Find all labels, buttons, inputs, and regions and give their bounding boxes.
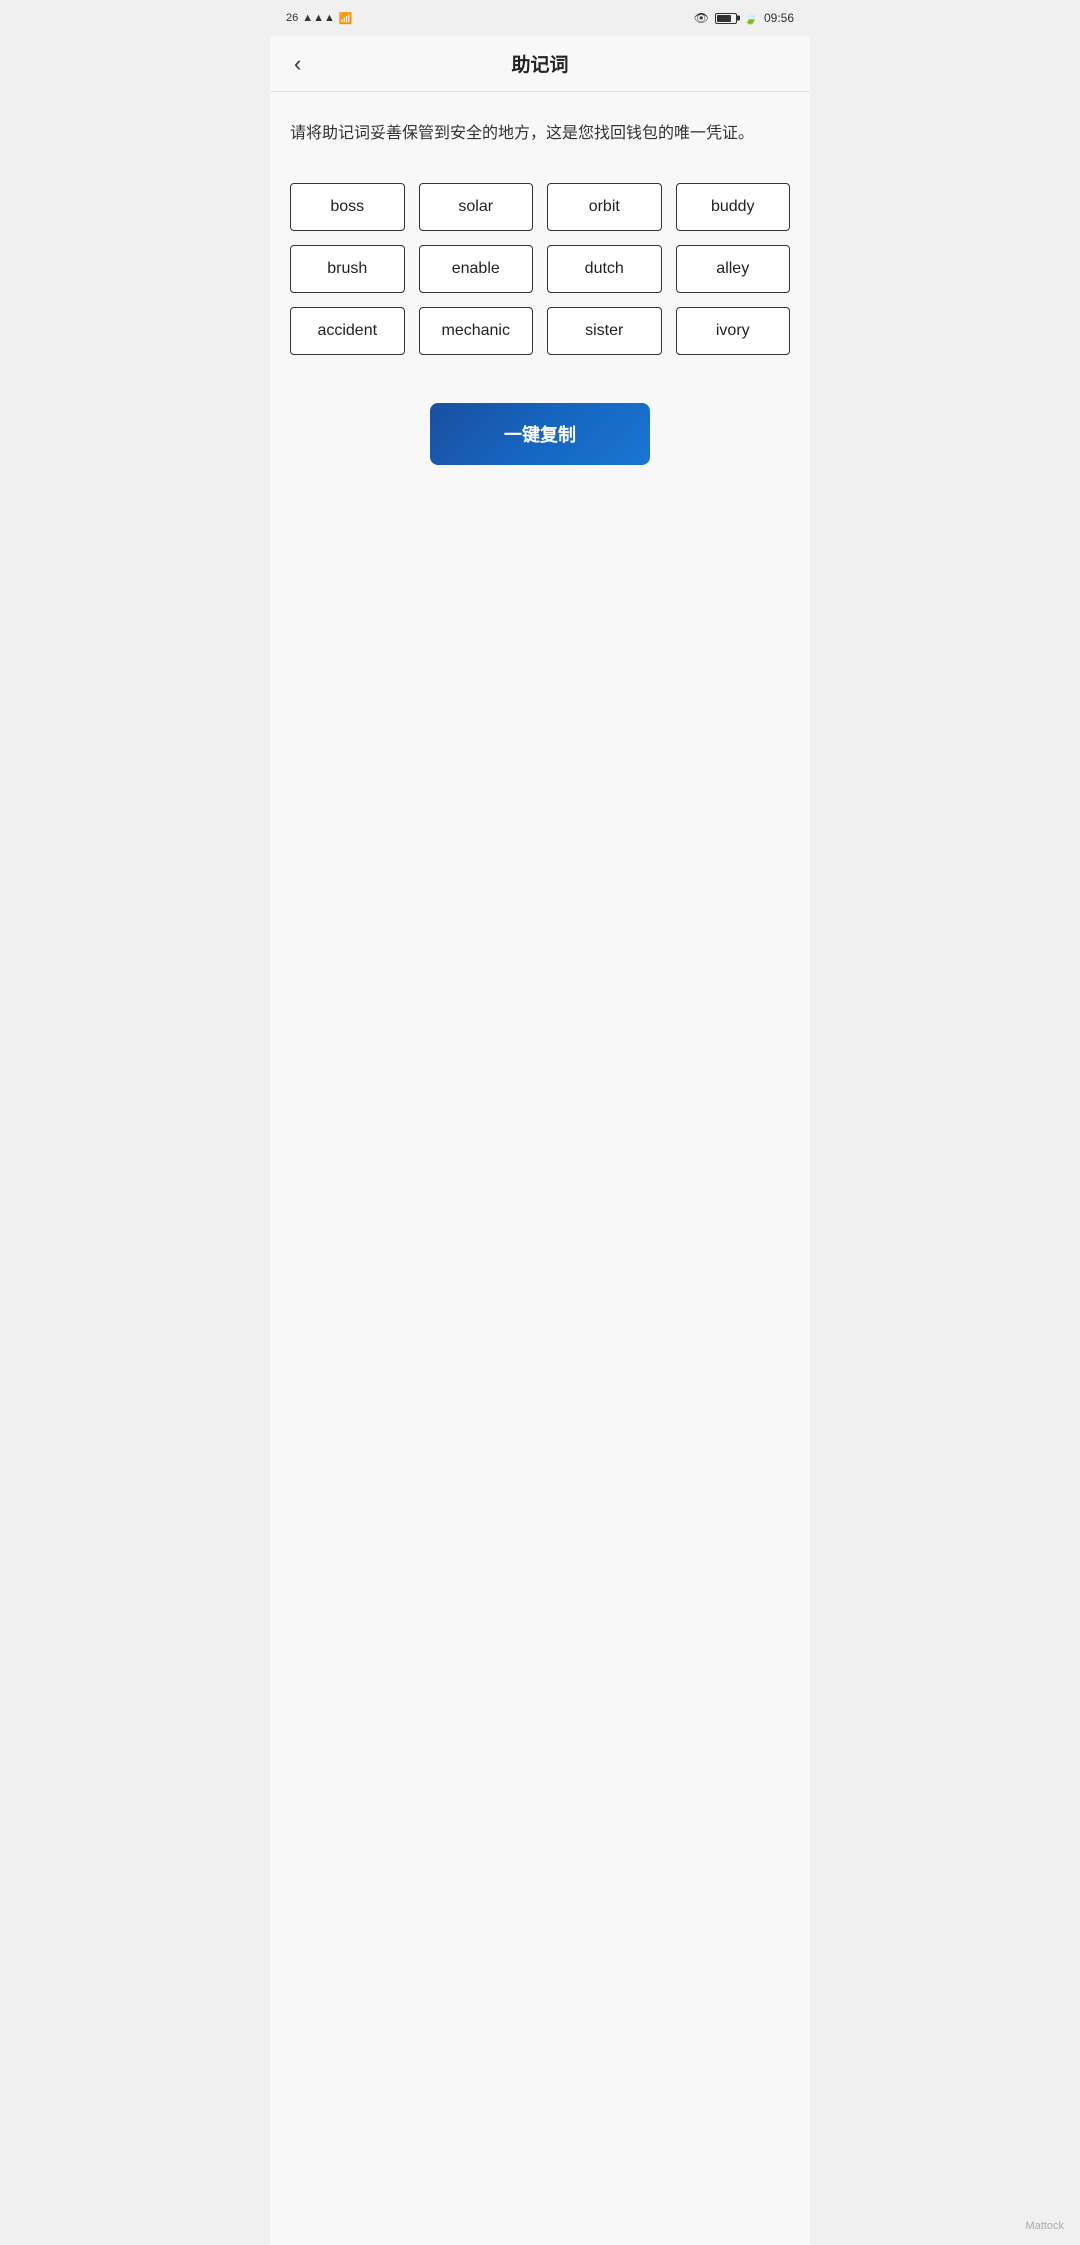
page-title: 助记词 [511,50,568,77]
status-bar: 26 ▲▲▲ 📶 👁 🍃 09:56 [270,0,810,36]
back-button[interactable]: ‹ [286,47,309,81]
status-right: 👁 🍃 09:56 [694,11,794,25]
mnemonic-word-card: sister [547,307,662,355]
mnemonic-word-card: orbit [547,183,662,231]
network-indicator: 26 [286,12,298,24]
main-content: 请将助记词妥善保管到安全的地方，这是您找回钱包的唯一凭证。 boss solaro… [270,92,810,2245]
mnemonic-word-card: accident [290,307,405,355]
mnemonic-word-card: buddy [676,183,791,231]
copy-all-button[interactable]: 一键复制 [430,403,650,465]
mnemonic-word-card: solar [419,183,534,231]
mnemonic-word-card: mechanic [419,307,534,355]
signal-icon: ▲▲▲ [302,12,335,24]
battery-icon [715,13,737,24]
mnemonic-word-card: ivory [676,307,791,355]
description-text: 请将助记词妥善保管到安全的地方，这是您找回钱包的唯一凭证。 [290,120,790,147]
mnemonic-word-card: brush [290,245,405,293]
mnemonic-word-card: boss [290,183,405,231]
eye-icon: 👁 [694,11,709,25]
mnemonic-word-card: dutch [547,245,662,293]
nav-header: ‹ 助记词 [270,36,810,92]
mnemonic-word-card: enable [419,245,534,293]
clock-time: 09:56 [764,11,794,25]
wifi-icon: 📶 [339,12,353,25]
watermark: Mattock [1025,2220,1064,2232]
mnemonic-word-card: alley [676,245,791,293]
leaf-icon: 🍃 [743,11,758,25]
status-left: 26 ▲▲▲ 📶 [286,12,353,25]
mnemonic-word-grid: boss solar orbit buddy brush enable dutch alley… [290,183,790,355]
